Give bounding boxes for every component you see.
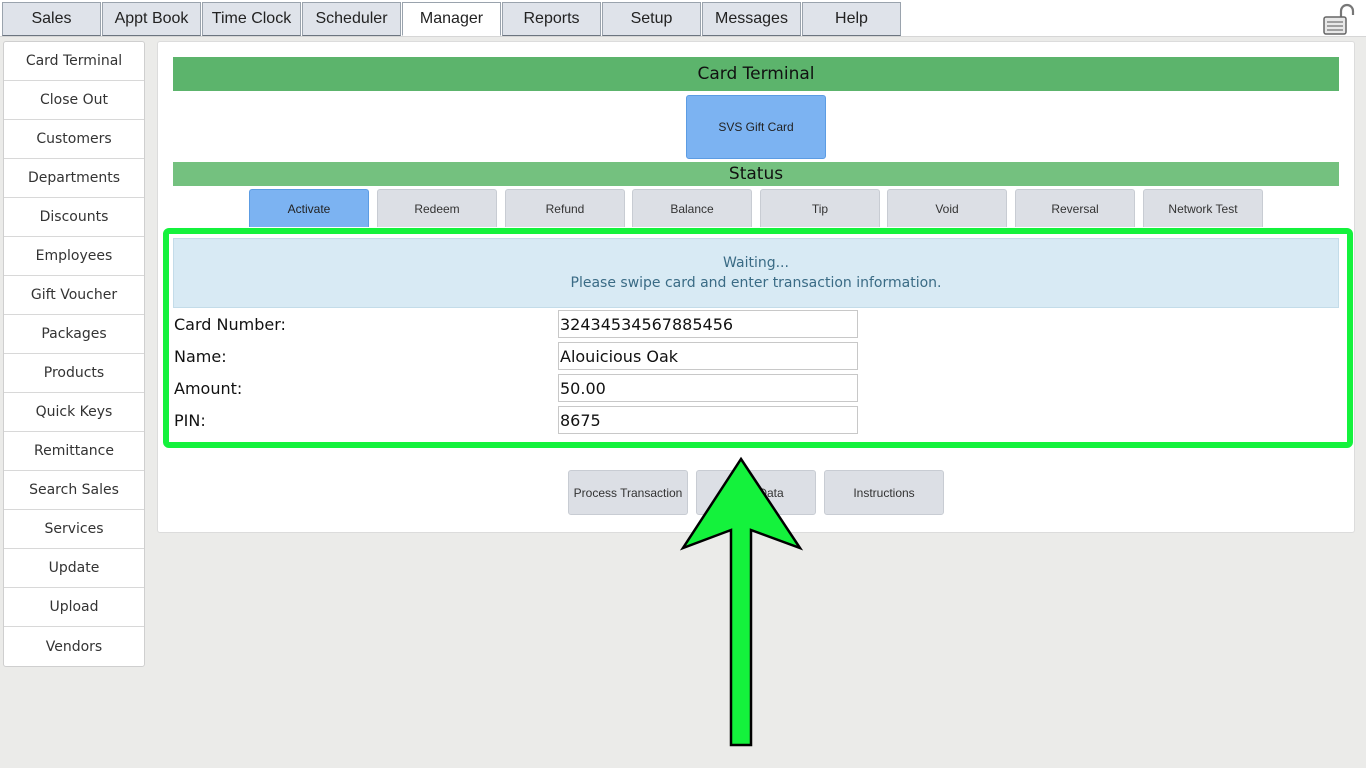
sidebar-item-update[interactable]: Update — [4, 549, 144, 588]
sidebar-item-services[interactable]: Services — [4, 510, 144, 549]
sidebar-item-remittance[interactable]: Remittance — [4, 432, 144, 471]
status-header: Status — [173, 162, 1339, 186]
tab-sales[interactable]: Sales — [2, 2, 101, 36]
sidebar: Card Terminal Close Out Customers Depart… — [3, 41, 145, 667]
top-nav-bar: Sales Appt Book Time Clock Scheduler Man… — [0, 0, 1366, 37]
tab-manager[interactable]: Manager — [402, 2, 501, 36]
sidebar-item-quick-keys[interactable]: Quick Keys — [4, 393, 144, 432]
sidebar-item-customers[interactable]: Customers — [4, 120, 144, 159]
sidebar-item-gift-voucher[interactable]: Gift Voucher — [4, 276, 144, 315]
sidebar-item-close-out[interactable]: Close Out — [4, 81, 144, 120]
tab-messages[interactable]: Messages — [702, 2, 801, 36]
sidebar-item-search-sales[interactable]: Search Sales — [4, 471, 144, 510]
svs-gift-card-button[interactable]: SVS Gift Card — [686, 95, 826, 159]
lock-icon[interactable] — [1322, 3, 1356, 35]
highlight-box — [163, 228, 1353, 448]
sidebar-item-packages[interactable]: Packages — [4, 315, 144, 354]
sidebar-item-products[interactable]: Products — [4, 354, 144, 393]
tab-scheduler[interactable]: Scheduler — [302, 2, 401, 36]
sidebar-item-discounts[interactable]: Discounts — [4, 198, 144, 237]
sidebar-item-vendors[interactable]: Vendors — [4, 627, 144, 666]
tab-time-clock[interactable]: Time Clock — [202, 2, 301, 36]
tab-reports[interactable]: Reports — [502, 2, 601, 36]
page-title: Card Terminal — [173, 57, 1339, 91]
sidebar-item-card-terminal[interactable]: Card Terminal — [4, 42, 144, 81]
tab-setup[interactable]: Setup — [602, 2, 701, 36]
tab-help[interactable]: Help — [802, 2, 901, 36]
sidebar-item-departments[interactable]: Departments — [4, 159, 144, 198]
redeem-button[interactable]: Redeem — [377, 189, 497, 227]
void-button[interactable]: Void — [887, 189, 1007, 227]
activate-button[interactable]: Activate — [249, 189, 369, 227]
tip-button[interactable]: Tip — [760, 189, 880, 227]
balance-button[interactable]: Balance — [632, 189, 752, 227]
refund-button[interactable]: Refund — [505, 189, 625, 227]
tab-appt-book[interactable]: Appt Book — [102, 2, 201, 36]
sidebar-item-upload[interactable]: Upload — [4, 588, 144, 627]
sidebar-item-employees[interactable]: Employees — [4, 237, 144, 276]
network-test-button[interactable]: Network Test — [1143, 189, 1263, 227]
reversal-button[interactable]: Reversal — [1015, 189, 1135, 227]
instructions-button[interactable]: Instructions — [824, 470, 944, 515]
data-button[interactable]: Data — [696, 470, 816, 515]
process-transaction-button[interactable]: Process Transaction — [568, 470, 688, 515]
